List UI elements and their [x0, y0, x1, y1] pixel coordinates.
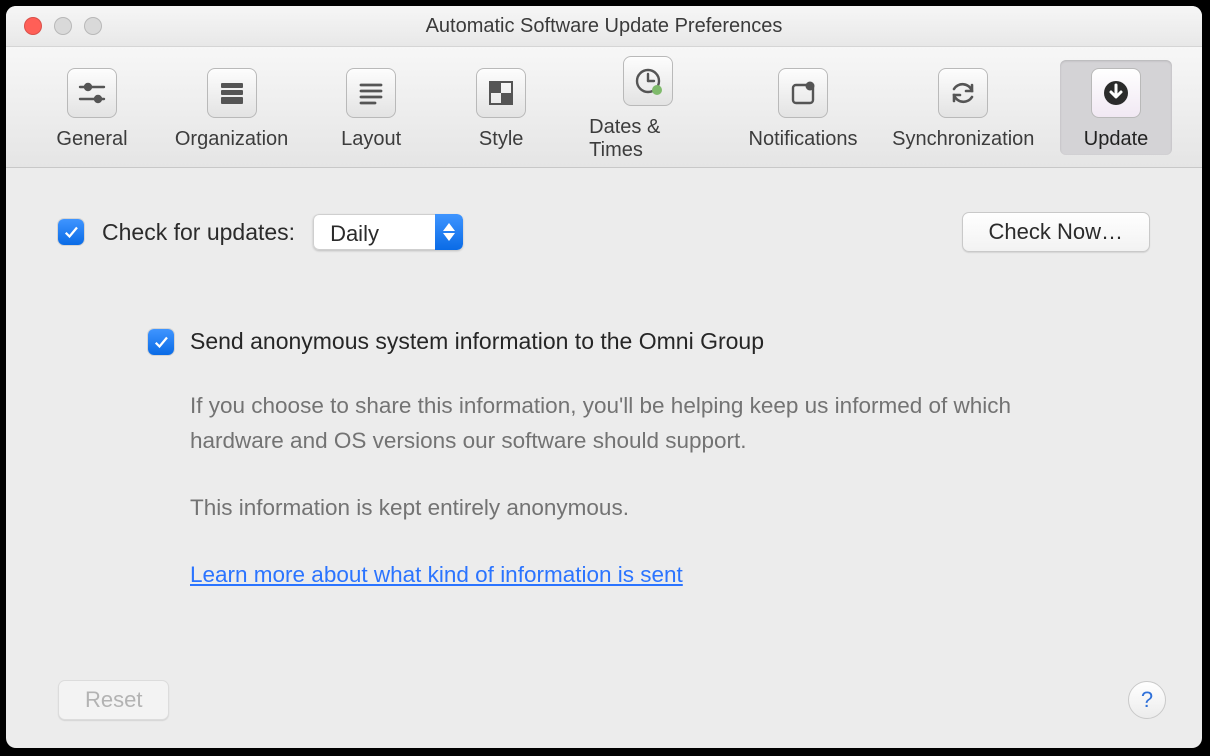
clock-icon [623, 56, 673, 106]
tab-label: Dates & Times [589, 116, 707, 162]
check-now-button[interactable]: Check Now… [962, 212, 1150, 252]
tab-notifications[interactable]: Notifications [739, 60, 866, 155]
window-controls [24, 17, 102, 35]
tab-label: Update [1084, 128, 1149, 151]
tab-layout[interactable]: Layout [315, 60, 427, 155]
preferences-toolbar: General Organization Layout [6, 47, 1202, 168]
checkmark-icon [152, 333, 170, 351]
tab-style[interactable]: Style [445, 60, 557, 155]
preferences-window: Automatic Software Update Preferences Ge… [6, 6, 1202, 748]
help-button[interactable]: ? [1128, 681, 1166, 719]
sync-icon [938, 68, 988, 118]
titlebar: Automatic Software Update Preferences [6, 6, 1202, 47]
stepper-arrows-icon [435, 214, 463, 250]
tab-label: Organization [175, 128, 288, 151]
tab-dates-times[interactable]: Dates & Times [575, 48, 721, 166]
tab-organization[interactable]: Organization [166, 60, 297, 155]
tab-label: Layout [341, 128, 401, 151]
check-for-updates-row: Check for updates: Daily Check Now… [58, 212, 1150, 252]
checkmark-icon [62, 223, 80, 241]
send-info-checkbox[interactable] [148, 329, 174, 355]
list-icon [346, 68, 396, 118]
close-window-button[interactable] [24, 17, 42, 35]
tab-label: Notifications [749, 128, 858, 151]
notification-icon [778, 68, 828, 118]
drawer-icon [207, 68, 257, 118]
zoom-window-button[interactable] [84, 17, 102, 35]
send-info-description: If you choose to share this information,… [190, 389, 1070, 593]
send-info-description-1: If you choose to share this information,… [190, 389, 1070, 459]
update-pane: Check for updates: Daily Check Now… Send… [6, 168, 1202, 748]
update-frequency-popup[interactable]: Daily [313, 214, 463, 250]
tab-label: Synchronization [892, 128, 1034, 151]
tab-update[interactable]: Update [1060, 60, 1172, 155]
footer: Reset ? [6, 680, 1202, 748]
reset-button[interactable]: Reset [58, 680, 169, 720]
tab-label: General [56, 128, 127, 151]
checker-icon [476, 68, 526, 118]
sliders-icon [67, 68, 117, 118]
send-info-description-2: This information is kept entirely anonym… [190, 491, 1070, 526]
tab-general[interactable]: General [36, 60, 148, 155]
tab-label: Style [479, 128, 523, 151]
update-frequency-value: Daily [313, 214, 435, 250]
learn-more-link[interactable]: Learn more about what kind of informatio… [190, 562, 683, 587]
tab-synchronization[interactable]: Synchronization [885, 60, 1042, 155]
check-for-updates-label: Check for updates: [102, 219, 295, 246]
send-info-label: Send anonymous system information to the… [190, 328, 764, 355]
window-title: Automatic Software Update Preferences [6, 15, 1202, 38]
help-icon: ? [1141, 687, 1153, 713]
download-icon [1091, 68, 1141, 118]
send-info-section: Send anonymous system information to the… [148, 328, 1078, 593]
check-for-updates-checkbox[interactable] [58, 219, 84, 245]
minimize-window-button[interactable] [54, 17, 72, 35]
